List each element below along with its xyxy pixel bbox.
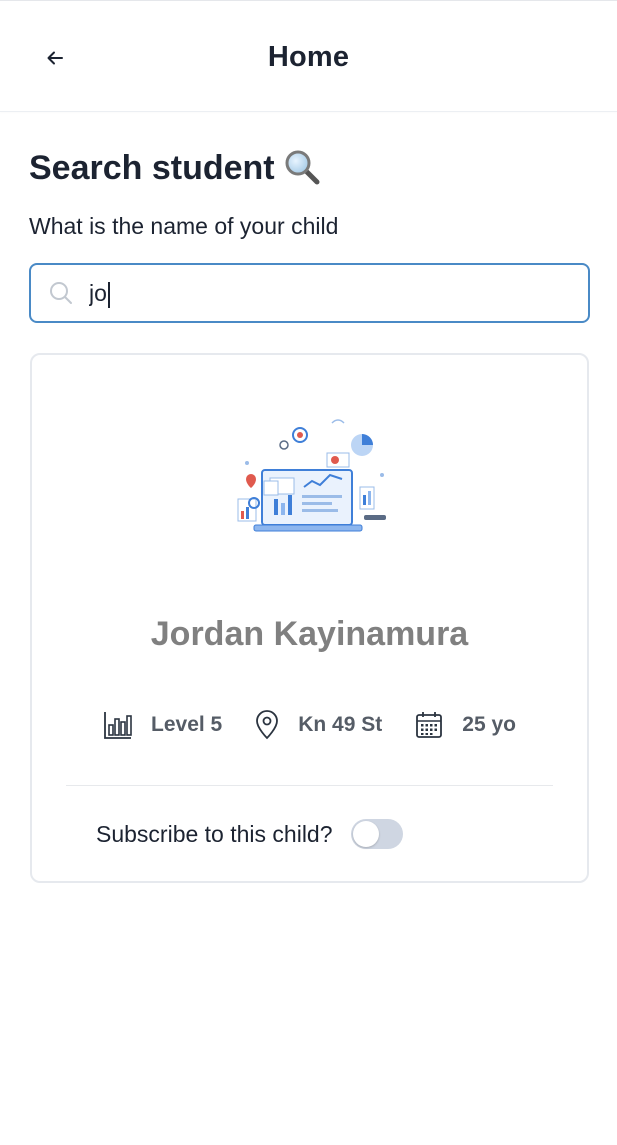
age-label: 25 yo bbox=[462, 713, 516, 736]
page-title-text: Search student bbox=[29, 148, 275, 187]
calendar-icon bbox=[416, 712, 443, 738]
subscribe-row: Subscribe to this child? bbox=[96, 819, 403, 849]
location-label: Kn 49 St bbox=[298, 713, 383, 736]
student-search-field[interactable] bbox=[29, 263, 590, 323]
location-meta: Kn 49 St bbox=[254, 710, 382, 740]
level-label: Level 5 bbox=[151, 713, 223, 736]
text-caret bbox=[108, 282, 110, 308]
search-icon bbox=[31, 280, 89, 306]
magnifying-glass-icon bbox=[285, 150, 320, 185]
age-meta: 25 yo bbox=[414, 710, 516, 740]
subscribe-toggle[interactable] bbox=[350, 819, 403, 849]
card-divider bbox=[66, 785, 553, 786]
student-result-card[interactable]: Jordan Kayinamura Level 5 Kn 49 St 25 yo… bbox=[30, 353, 589, 883]
page-title: Search student bbox=[29, 148, 323, 188]
student-name[interactable]: Jordan Kayinamura bbox=[32, 615, 587, 654]
toggle-knob bbox=[352, 821, 379, 847]
search-input[interactable] bbox=[89, 279, 588, 307]
header-title: Home bbox=[267, 41, 350, 73]
analytics-dashboard-illustration bbox=[232, 415, 392, 540]
search-prompt: What is the name of your child bbox=[29, 213, 339, 239]
student-meta: Level 5 Kn 49 St 25 yo bbox=[32, 710, 587, 740]
subscribe-label: Subscribe to this child? bbox=[96, 820, 333, 847]
app-header: Home bbox=[0, 0, 617, 112]
map-pin-icon bbox=[256, 710, 279, 740]
level-meta: Level 5 bbox=[103, 710, 222, 740]
bar-chart-icon bbox=[104, 712, 132, 739]
